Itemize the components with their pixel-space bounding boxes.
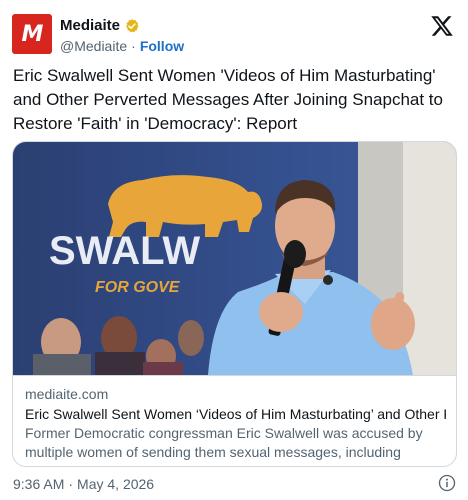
timestamp-separator: · [68, 476, 74, 492]
separator-dot: · [131, 38, 136, 54]
avatar-letter: M [21, 21, 44, 47]
article-photo[interactable]: SWALW FOR GOVE [13, 142, 457, 375]
avatar[interactable]: M [12, 14, 52, 54]
display-name[interactable]: Mediaite [60, 17, 120, 34]
info-icon[interactable] [438, 474, 456, 492]
tweet-time: 9:36 AM [13, 476, 65, 492]
tweet-text: Eric Swalwell Sent Women 'Videos of Him … [13, 66, 443, 133]
name-row: Mediaite [60, 17, 140, 34]
sign-subtext: FOR GOVE [95, 279, 181, 296]
handle[interactable]: @Mediaite [60, 38, 127, 54]
follow-button[interactable]: Follow [140, 38, 184, 54]
tweet-timestamp[interactable]: 9:36 AM · May 4, 2026 [13, 476, 154, 492]
link-meta: mediaite.com Eric Swalwell Sent Women ‘V… [13, 375, 456, 466]
link-card[interactable]: SWALW FOR GOVE mediaite.com Eric Swalwel… [12, 141, 457, 467]
verified-badge-icon [126, 18, 139, 32]
handle-row: @Mediaite · Follow [60, 38, 184, 54]
tweet-header: M Mediaite @Mediaite · Follow [12, 10, 456, 60]
x-logo-icon[interactable] [430, 14, 454, 38]
tweet-date: May 4, 2026 [77, 476, 155, 492]
link-description: Former Democratic congressman Eric Swalw… [25, 425, 423, 466]
sign-text: SWALW [49, 229, 200, 273]
link-domain[interactable]: mediaite.com [25, 385, 446, 403]
tweet-card: M Mediaite @Mediaite · Follow Eric Swalw… [0, 0, 468, 500]
link-title[interactable]: Eric Swalwell Sent Women ‘Videos of Him … [25, 405, 446, 424]
